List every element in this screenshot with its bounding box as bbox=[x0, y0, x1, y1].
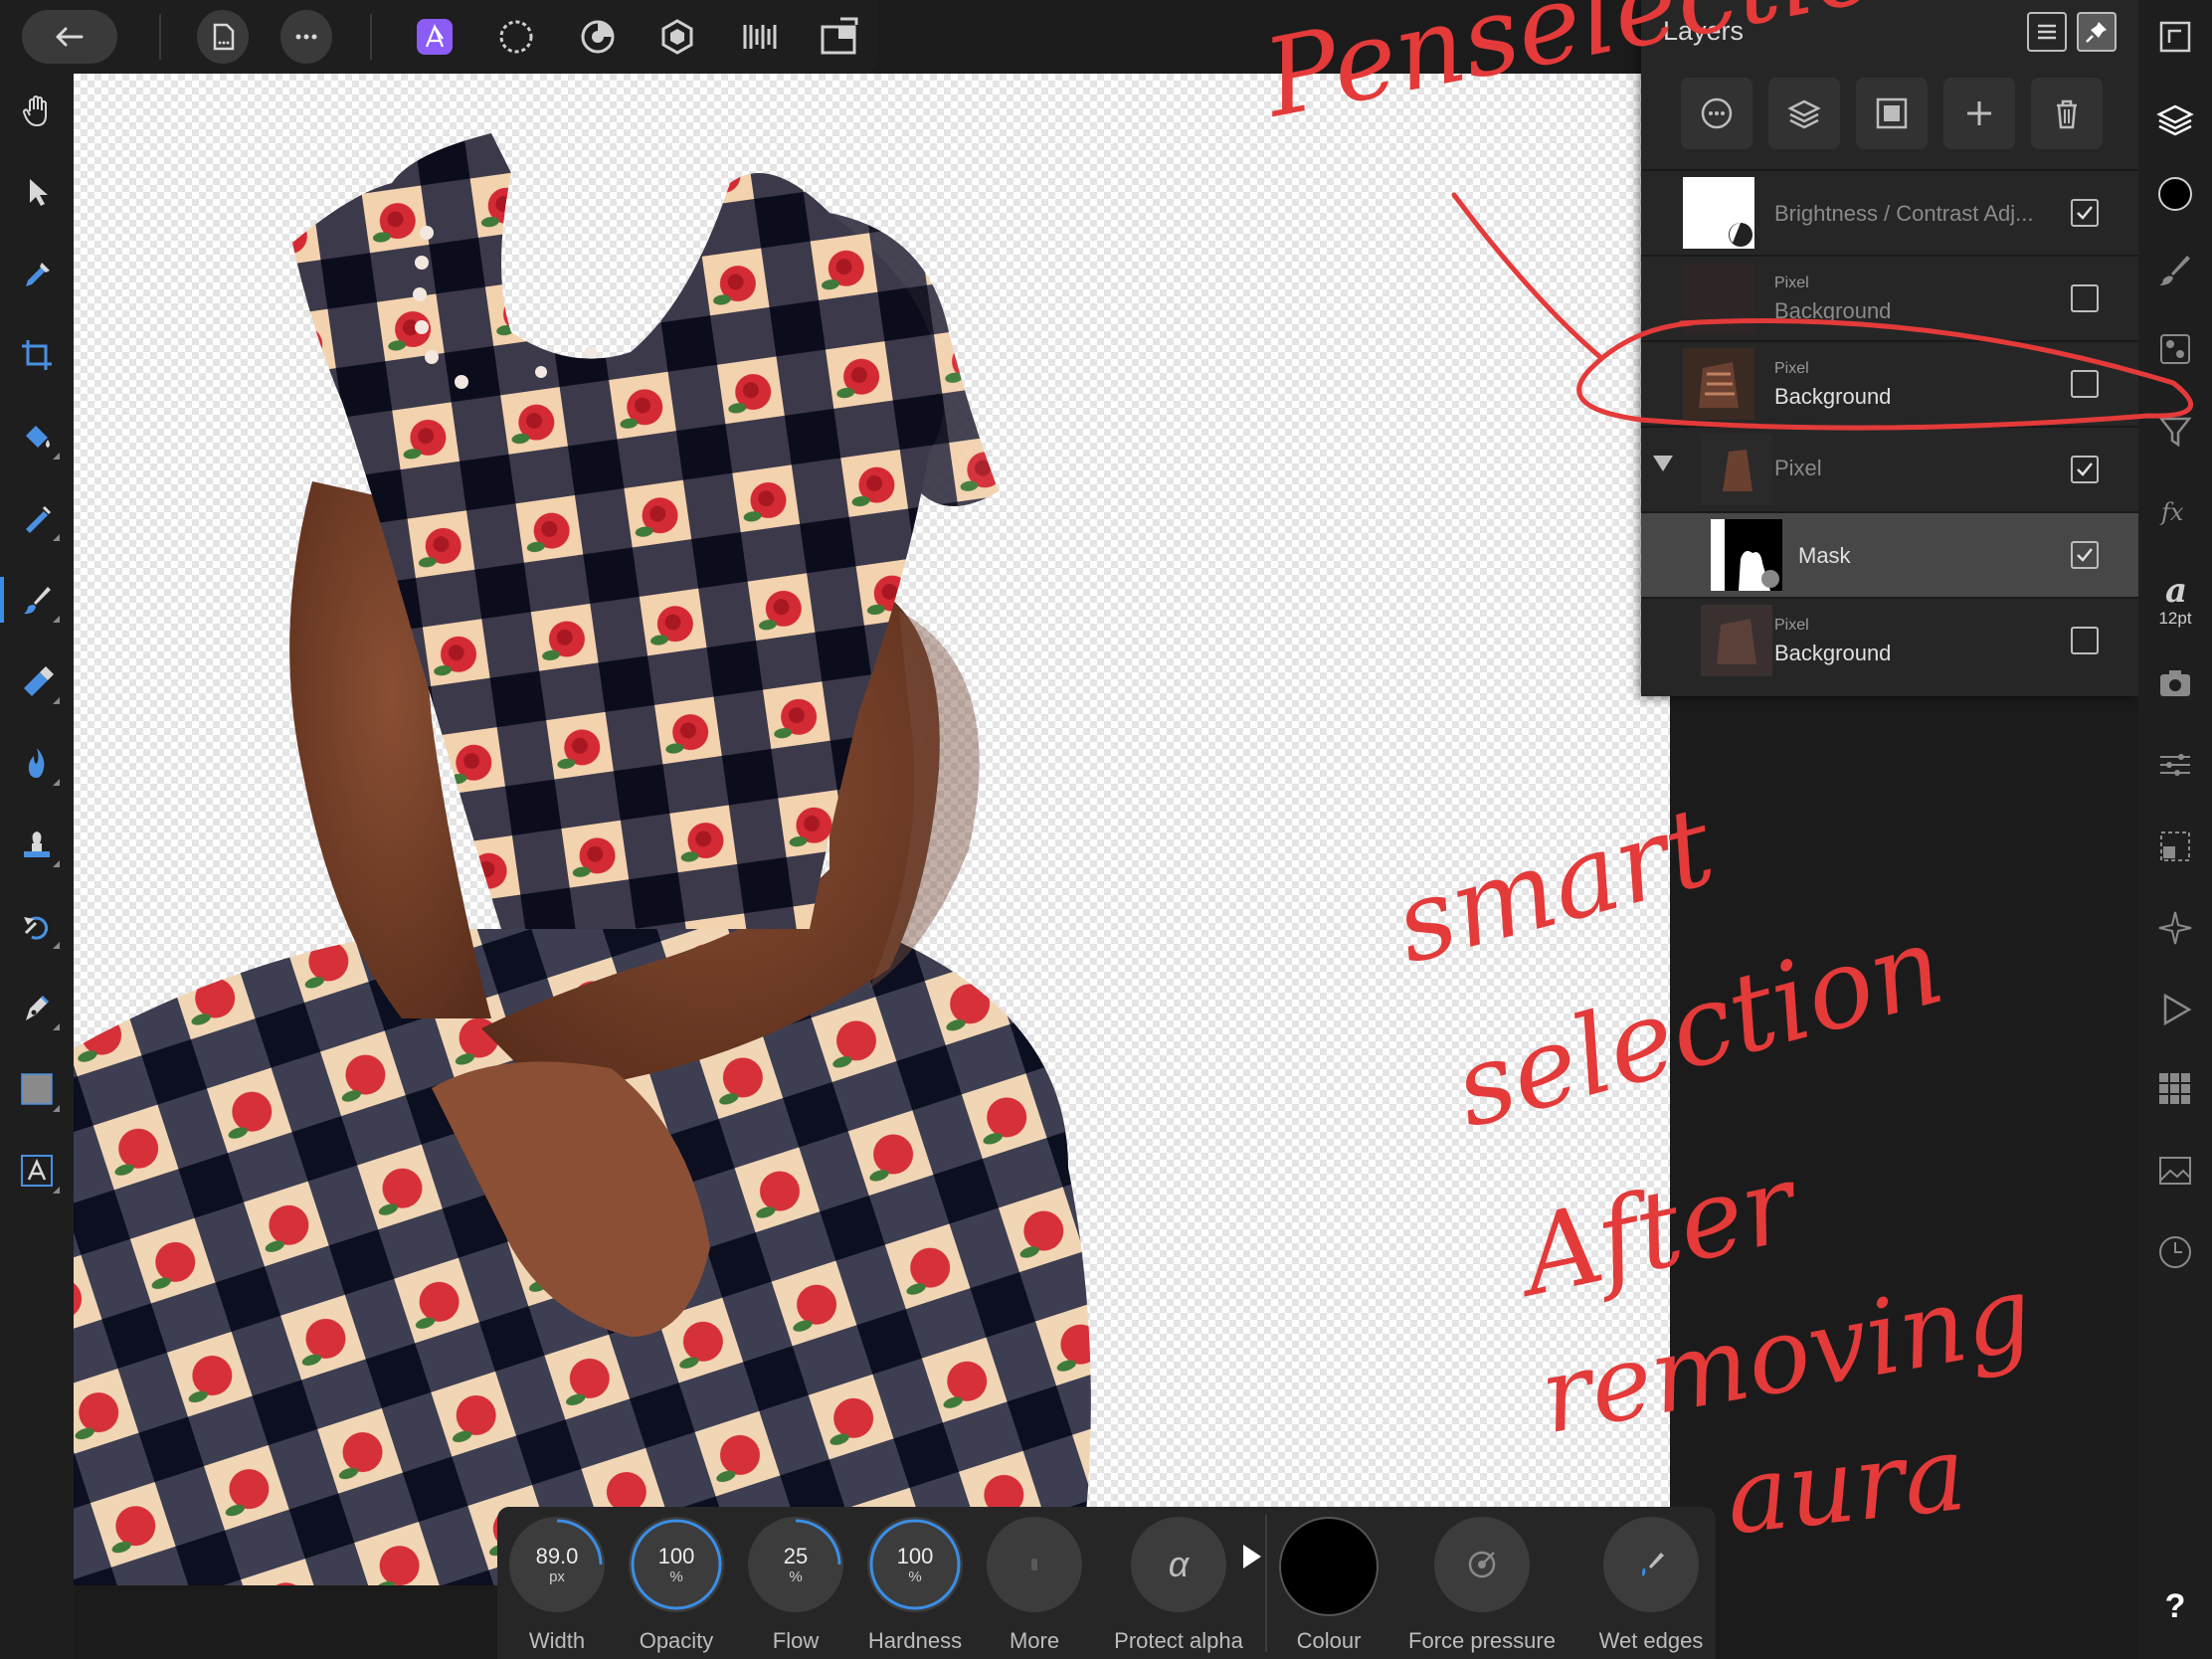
annotation-strokes bbox=[1451, 192, 2194, 431]
annotation-line-5: aura bbox=[1721, 1411, 1972, 1559]
